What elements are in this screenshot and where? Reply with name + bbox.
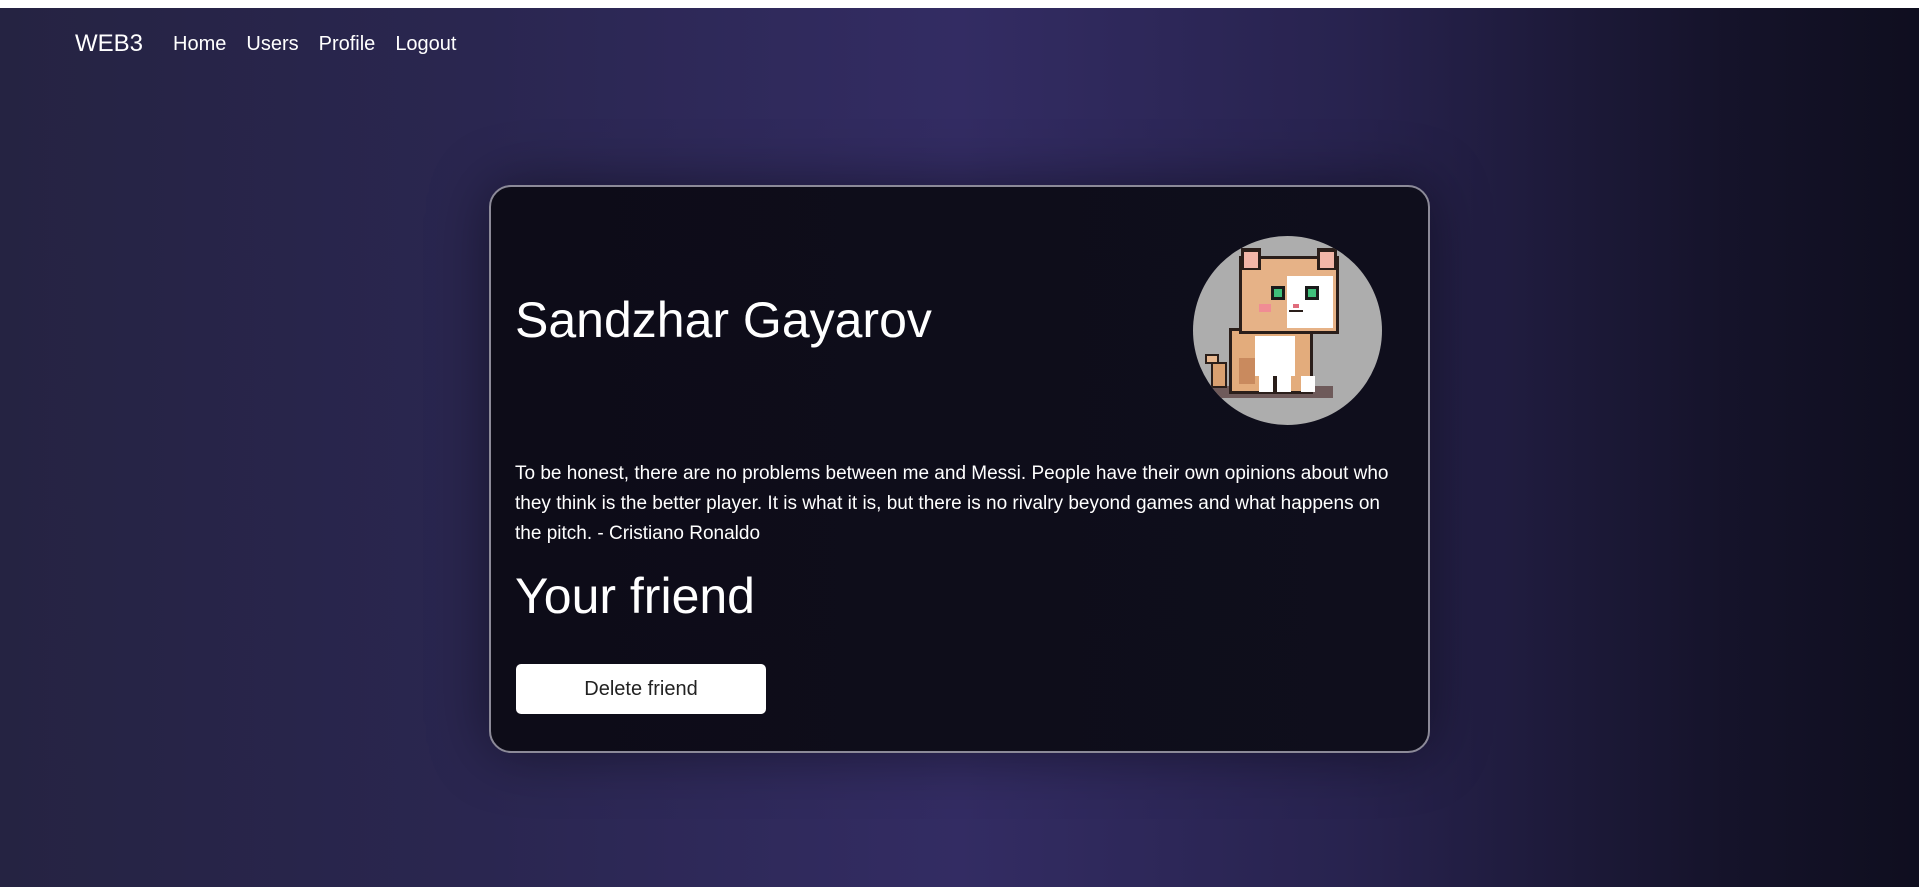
pixel-cat-icon	[1205, 248, 1339, 398]
nav-link-home[interactable]: Home	[173, 33, 226, 56]
page-background: WEB3 Home Users Profile Logout Sandzhar …	[0, 8, 1919, 887]
profile-card: Sandzhar Gayarov To be honest, there are…	[489, 185, 1430, 753]
brand-logo[interactable]: WEB3	[75, 30, 143, 58]
nav-link-profile[interactable]: Profile	[319, 33, 376, 56]
profile-name: Sandzhar Gayarov	[515, 292, 932, 348]
friend-status-heading: Your friend	[515, 568, 755, 624]
nav-link-logout[interactable]: Logout	[395, 33, 456, 56]
top-navbar: WEB3 Home Users Profile Logout	[75, 30, 476, 58]
delete-friend-button[interactable]: Delete friend	[516, 664, 766, 714]
nav-link-users[interactable]: Users	[246, 33, 298, 56]
profile-bio: To be honest, there are no problems betw…	[515, 463, 1389, 544]
avatar	[1193, 236, 1382, 425]
